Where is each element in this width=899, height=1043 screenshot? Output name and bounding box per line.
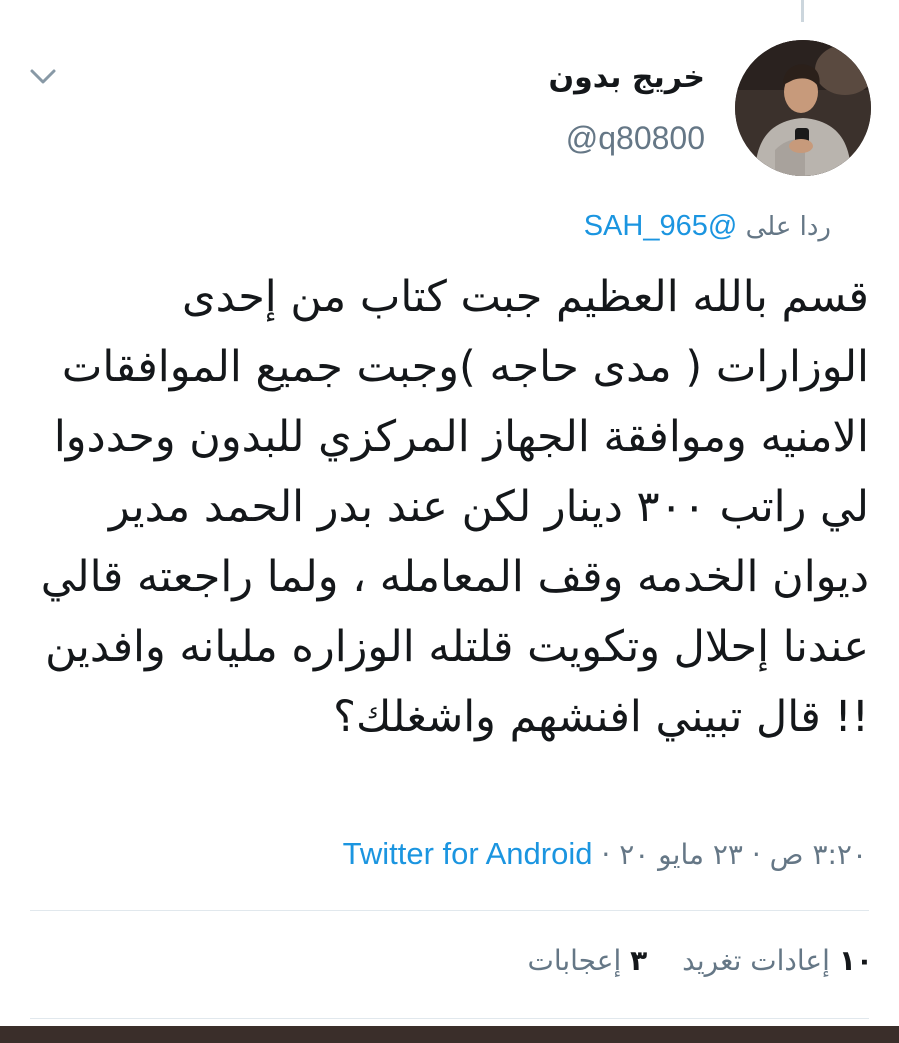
tweet-metadata: ٣:٢٠ ص · ٢٣ مايو ٢٠ · Twitter for Androi… <box>343 836 867 872</box>
tweet-stats: ١٠ إعادات تغريد ٣ إعجابات <box>501 944 873 977</box>
divider <box>30 910 869 911</box>
retweets-label: إعادات تغريد <box>682 944 830 977</box>
retweets-stat[interactable]: ١٠ إعادات تغريد <box>673 944 873 977</box>
profile-photo-icon <box>735 40 871 176</box>
reply-prefix: ردا على <box>745 212 831 242</box>
avatar[interactable] <box>735 40 871 176</box>
thread-connector-line <box>801 0 804 22</box>
reply-mention-link[interactable]: @SAH_965 <box>584 210 738 242</box>
tweet-text: قسم بالله العظيم جبت كتاب من إحدى الوزار… <box>40 272 869 742</box>
author-display-name[interactable]: خريج بدون <box>549 60 705 95</box>
author-handle[interactable]: @q80800 <box>566 120 705 157</box>
tweet-time[interactable]: ٣:٢٠ ص <box>770 838 867 871</box>
bottom-bar <box>0 1026 899 1043</box>
likes-stat[interactable]: ٣ إعجابات <box>527 944 647 977</box>
meta-separator: · <box>601 838 611 871</box>
likes-count: ٣ <box>630 944 648 977</box>
tweet-date[interactable]: ٢٣ مايو ٢٠ <box>619 838 743 871</box>
retweets-count: ١٠ <box>838 944 873 977</box>
chevron-down-icon[interactable] <box>28 66 58 88</box>
likes-label: إعجابات <box>527 944 622 977</box>
meta-separator: · <box>751 838 761 871</box>
divider <box>30 1018 869 1019</box>
tweet-source-link[interactable]: Twitter for Android <box>343 836 593 871</box>
reply-context: ردا على @SAH_965 <box>584 210 831 243</box>
